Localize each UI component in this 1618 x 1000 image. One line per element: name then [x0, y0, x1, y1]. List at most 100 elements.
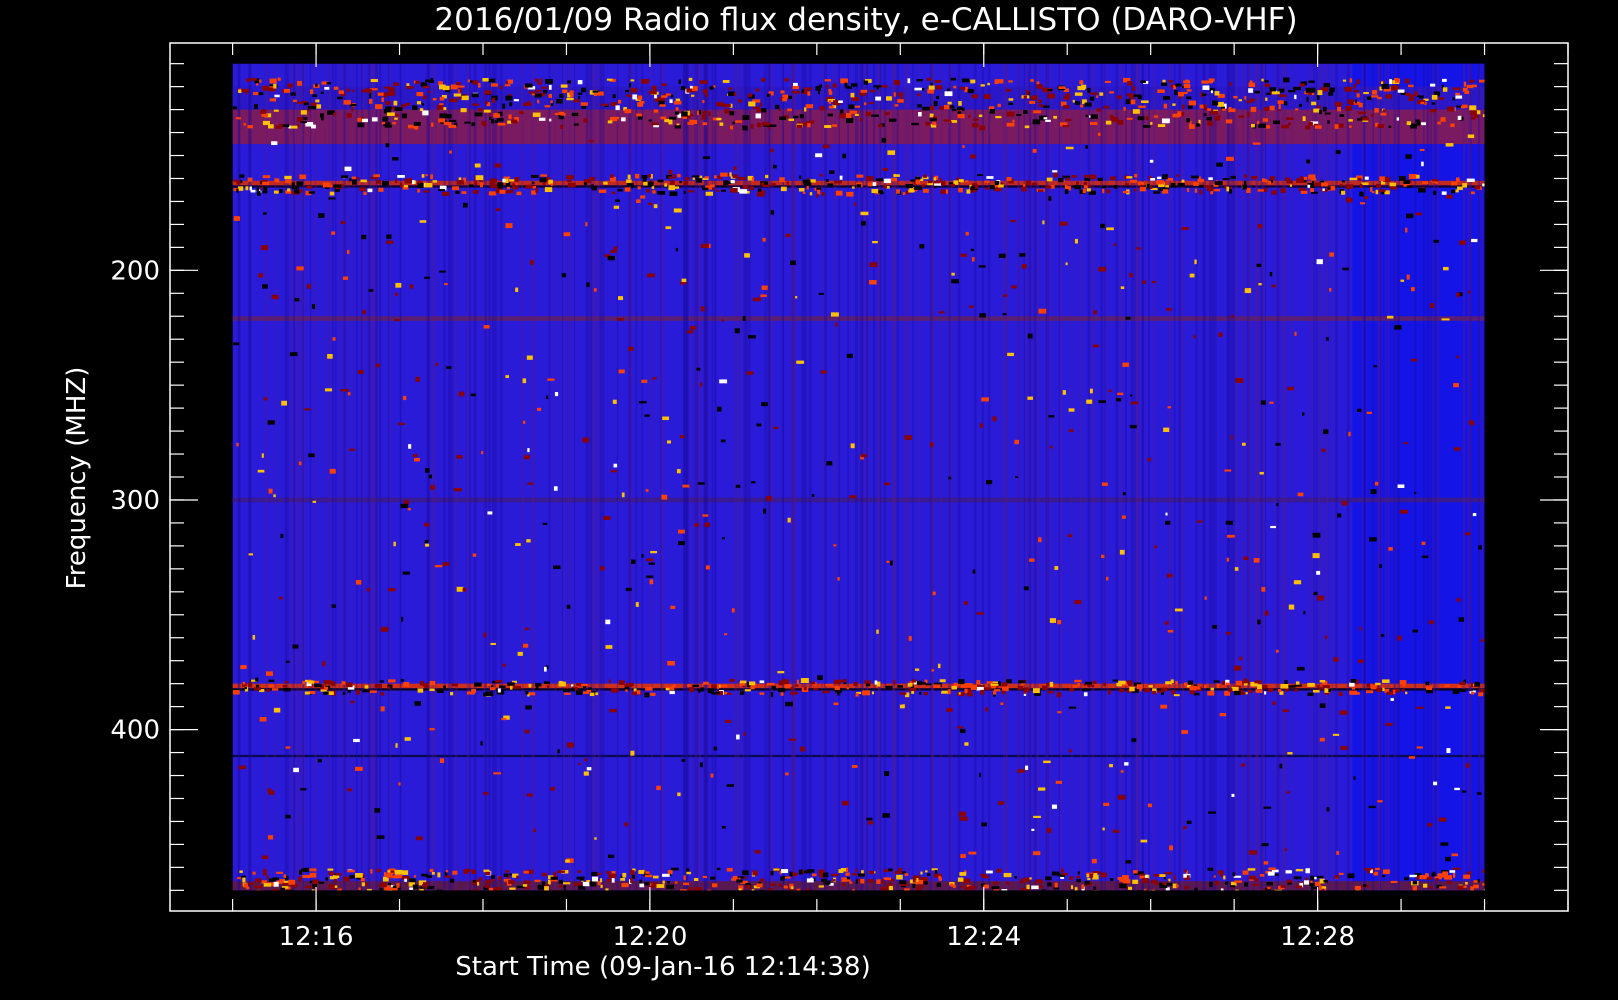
heatmap-cell — [674, 111, 680, 115]
heatmap-cell — [1457, 685, 1461, 689]
heatmap-cell — [1231, 686, 1239, 691]
x-tick-label: 12:24 — [946, 922, 1021, 952]
heatmap-cell — [1230, 435, 1233, 440]
heatmap-cell — [1437, 121, 1441, 125]
heatmap-cell — [816, 193, 819, 198]
heatmap-cell — [1332, 733, 1340, 736]
heatmap-cell — [1284, 177, 1291, 181]
heatmap-cell — [1089, 92, 1098, 95]
heatmap-cell — [1353, 83, 1356, 89]
heatmap-cell — [1353, 776, 1356, 780]
heatmap-cell — [677, 541, 686, 546]
heatmap-cell — [639, 879, 642, 885]
heatmap-cell — [547, 378, 555, 381]
heatmap-cell — [1406, 185, 1412, 189]
heatmap-cell — [742, 184, 749, 189]
heatmap-cell — [881, 878, 885, 884]
heatmap-cell — [566, 742, 574, 748]
heatmap-cell — [1231, 793, 1235, 797]
heatmap-cell — [390, 888, 398, 891]
heatmap-cell — [1029, 877, 1032, 880]
heatmap-cell — [426, 875, 432, 878]
heatmap-cell — [1049, 446, 1053, 449]
heatmap-cell — [349, 178, 352, 182]
heatmap-cell — [944, 104, 950, 110]
heatmap-cell — [772, 164, 777, 169]
heatmap-cell — [630, 878, 634, 883]
heatmap-cell — [1263, 806, 1272, 809]
heatmap-cell — [1254, 90, 1260, 94]
heatmap-cell — [1302, 116, 1306, 122]
heatmap-cell — [1086, 188, 1091, 192]
heatmap-cell — [1024, 125, 1030, 129]
heatmap-cell — [424, 276, 430, 279]
heatmap-cell — [243, 883, 248, 888]
heatmap-cell — [534, 879, 541, 882]
heatmap-cell — [1262, 118, 1268, 122]
heatmap-cell — [1185, 79, 1190, 83]
heatmap-cell — [563, 692, 571, 695]
heatmap-cell — [650, 550, 658, 554]
heatmap-cell — [1257, 619, 1261, 625]
heatmap-cell — [689, 687, 695, 692]
heatmap-cell — [641, 79, 650, 84]
heatmap-cell — [987, 82, 990, 86]
heatmap-cell — [914, 87, 923, 91]
heatmap-cell — [414, 458, 420, 462]
heatmap-cell — [855, 693, 859, 697]
heatmap-cell — [581, 683, 588, 687]
heatmap-cell — [395, 292, 398, 297]
heatmap-cell — [1303, 176, 1308, 180]
heatmap-cell — [682, 484, 690, 488]
heatmap-cell — [1305, 125, 1311, 130]
heatmap-cell — [235, 117, 242, 120]
heatmap-cell — [1294, 94, 1297, 100]
heatmap-cell — [1370, 186, 1373, 192]
heatmap-cell — [253, 687, 261, 691]
heatmap-cell — [296, 181, 304, 186]
heatmap-cell — [432, 180, 437, 183]
heatmap-cell — [1284, 680, 1288, 685]
heatmap-cell — [586, 689, 592, 693]
heatmap-cell — [1160, 704, 1168, 709]
heatmap-cell — [851, 765, 858, 768]
heatmap-cell — [1433, 781, 1438, 786]
heatmap-cell — [885, 685, 893, 689]
heatmap-cell — [735, 484, 741, 488]
heatmap-cell — [833, 544, 837, 547]
heatmap-cell — [825, 179, 829, 183]
heatmap-cell — [838, 679, 847, 683]
heatmap-cell — [1319, 110, 1322, 115]
heatmap-cell — [910, 122, 919, 126]
heatmap-cell — [1096, 95, 1099, 98]
heatmap-cell — [1356, 79, 1360, 85]
heatmap-cell — [524, 627, 530, 631]
heatmap-cell — [1426, 685, 1433, 690]
heatmap-cell — [712, 187, 715, 191]
heatmap-cell — [832, 124, 838, 127]
heatmap-cell — [696, 367, 701, 371]
heatmap-streak — [1321, 63, 1324, 891]
heatmap-streak — [1060, 63, 1063, 891]
heatmap-cell — [464, 868, 471, 872]
heatmap-cell — [1373, 365, 1378, 368]
heatmap-cell — [1346, 197, 1353, 203]
heatmap-cell — [416, 91, 424, 97]
heatmap-cell — [1333, 657, 1339, 662]
heatmap-cell — [842, 883, 846, 887]
heatmap-cell — [828, 99, 832, 104]
heatmap-cell — [1006, 177, 1012, 182]
heatmap-cell — [1382, 869, 1390, 874]
heatmap-cell — [1431, 94, 1438, 100]
heatmap-cell — [1203, 185, 1212, 188]
heatmap-cell — [257, 469, 265, 473]
heatmap-cell — [478, 83, 481, 88]
heatmap-cell — [866, 817, 873, 821]
heatmap-cell — [699, 762, 703, 768]
heatmap-streak — [1366, 63, 1368, 891]
heatmap-cell — [362, 690, 370, 693]
heatmap-cell — [796, 679, 799, 684]
heatmap-cell — [957, 877, 964, 882]
heatmap-cell — [1154, 545, 1158, 548]
heatmap-cell — [511, 187, 517, 190]
